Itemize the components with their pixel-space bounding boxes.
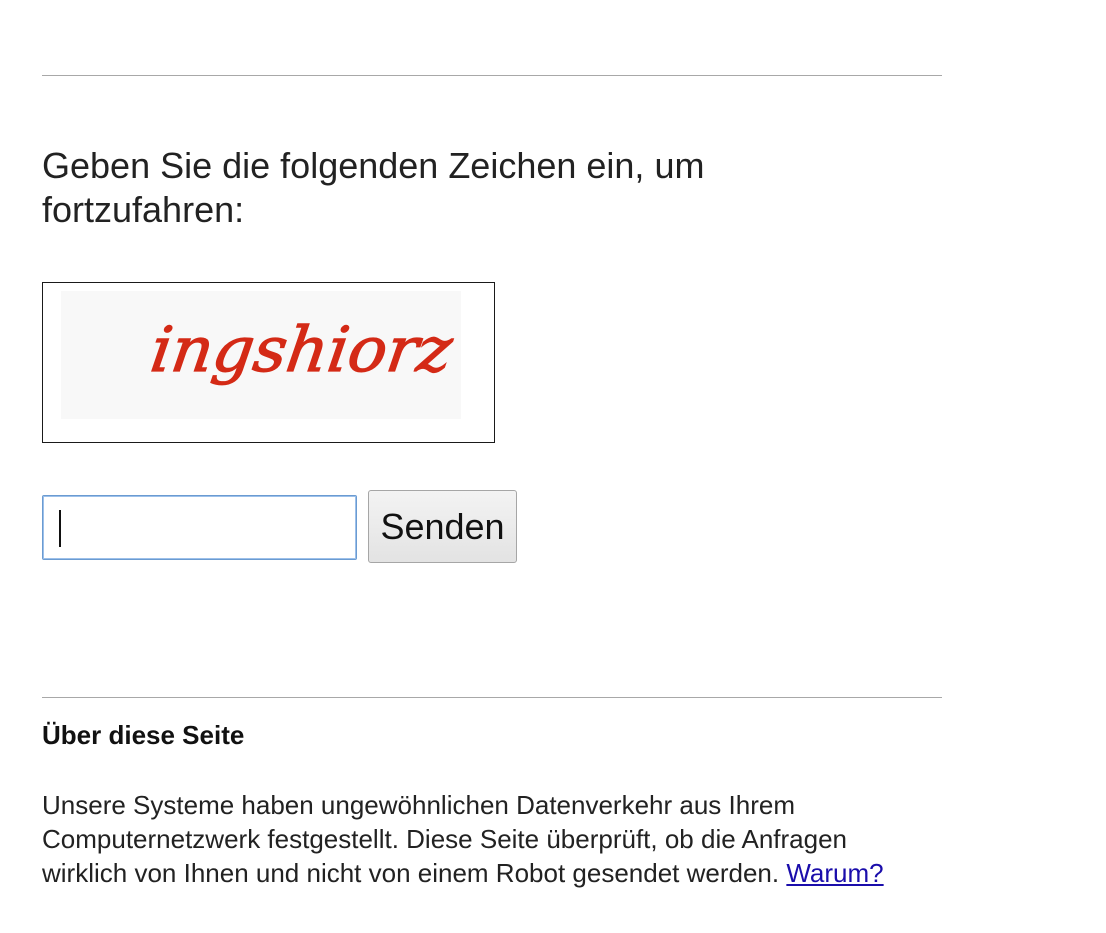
about-heading: Über diese Seite: [42, 720, 245, 750]
send-button[interactable]: Senden: [368, 490, 517, 563]
why-link[interactable]: Warum?: [786, 858, 883, 888]
top-divider: [42, 75, 942, 76]
captcha-answer-input[interactable]: [42, 495, 357, 560]
bottom-divider: [42, 697, 942, 698]
text-caret: [59, 510, 61, 547]
about-body-text: Unsere Systeme haben ungewöhnlichen Date…: [42, 790, 847, 888]
captcha-graphic: ingshiorz: [61, 291, 461, 419]
captcha-text: ingshiorz: [147, 313, 458, 386]
about-paragraph: Unsere Systeme haben ungewöhnlichen Date…: [42, 788, 922, 890]
captcha-prompt: Geben Sie die folgenden Zeichen ein, um …: [42, 145, 705, 230]
captcha-image: ingshiorz: [42, 282, 495, 443]
